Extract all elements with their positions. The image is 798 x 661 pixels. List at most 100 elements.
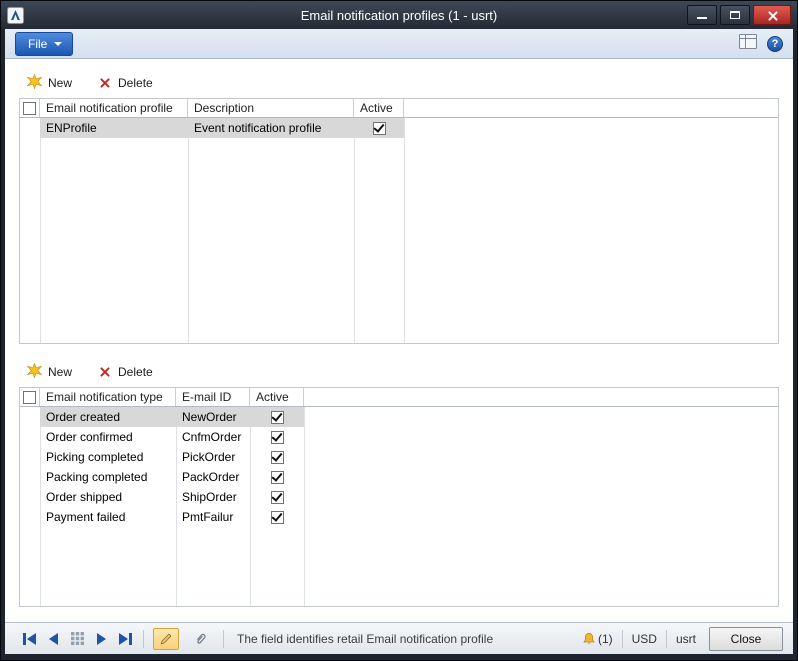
active-checkbox[interactable]	[271, 511, 284, 524]
new-profile-label: New	[48, 76, 72, 90]
column-header-filler	[304, 388, 778, 406]
title-bar[interactable]: Email notification profiles (1 - usrt)	[1, 1, 797, 29]
active-checkbox[interactable]	[271, 411, 284, 424]
currency-indicator[interactable]: USD	[632, 632, 657, 646]
type-active-cell[interactable]	[250, 427, 304, 447]
edit-record-button[interactable]	[153, 628, 179, 650]
email-id-cell[interactable]: PackOrder	[176, 467, 250, 487]
row-filler	[304, 427, 778, 447]
type-cell[interactable]: Order confirmed	[40, 427, 176, 447]
row-select-cell[interactable]	[20, 507, 40, 527]
type-row[interactable]: Payment failed PmtFailur	[20, 507, 778, 527]
types-grid-header: Email notification type E-mail ID Active	[20, 388, 778, 407]
file-menu-button[interactable]: File	[15, 32, 73, 56]
maximize-icon	[730, 11, 740, 19]
types-toolbar: New Delete	[19, 360, 779, 387]
column-header-active[interactable]: Active	[250, 388, 304, 406]
first-record-button[interactable]	[21, 631, 38, 647]
column-header-profile[interactable]: Email notification profile	[40, 99, 188, 117]
notifications-indicator[interactable]: (1)	[582, 632, 613, 646]
close-button[interactable]: Close	[709, 627, 783, 651]
pencil-icon	[159, 632, 173, 646]
type-row[interactable]: Order confirmed CnfmOrder	[20, 427, 778, 447]
type-active-cell[interactable]	[250, 467, 304, 487]
type-row[interactable]: Order created NewOrder	[20, 407, 778, 427]
type-active-cell[interactable]	[250, 487, 304, 507]
type-cell[interactable]: Payment failed	[40, 507, 176, 527]
type-row[interactable]: Order shipped ShipOrder	[20, 487, 778, 507]
profiles-toolbar: New Delete	[19, 71, 779, 98]
column-header-active[interactable]: Active	[354, 99, 404, 117]
column-header-type[interactable]: Email notification type	[40, 388, 176, 406]
select-all-checkbox[interactable]	[23, 102, 36, 115]
profile-description-cell[interactable]: Event notification profile	[188, 118, 354, 138]
row-filler	[304, 407, 778, 427]
maximize-button[interactable]	[720, 5, 750, 25]
divider	[666, 630, 667, 648]
window-title: Email notification profiles (1 - usrt)	[1, 8, 797, 23]
column-header-description[interactable]: Description	[188, 99, 354, 117]
email-id-cell[interactable]: PickOrder	[176, 447, 250, 467]
minimize-button[interactable]	[687, 5, 717, 25]
row-select-cell[interactable]	[20, 427, 40, 447]
email-id-cell[interactable]: ShipOrder	[176, 487, 250, 507]
delete-type-button[interactable]: Delete	[98, 365, 153, 379]
previous-record-button[interactable]	[47, 631, 60, 647]
new-type-button[interactable]: New	[27, 363, 72, 381]
profile-active-cell[interactable]	[354, 118, 404, 138]
next-record-button[interactable]	[95, 631, 108, 647]
delete-profile-button[interactable]: Delete	[98, 76, 153, 90]
profiles-grid: Email notification profile Description A…	[19, 98, 779, 344]
row-select-cell[interactable]	[20, 407, 40, 427]
column-divider	[40, 118, 41, 343]
type-cell[interactable]: Packing completed	[40, 467, 176, 487]
profile-row[interactable]: ENProfile Event notification profile	[20, 118, 778, 138]
last-record-button[interactable]	[117, 631, 134, 647]
column-header-email-id[interactable]: E-mail ID	[176, 388, 250, 406]
type-cell[interactable]: Picking completed	[40, 447, 176, 467]
row-filler	[304, 467, 778, 487]
active-checkbox[interactable]	[271, 491, 284, 504]
new-profile-button[interactable]: New	[27, 74, 72, 92]
email-id-cell[interactable]: NewOrder	[176, 407, 250, 427]
attachments-button[interactable]	[188, 628, 214, 650]
type-active-cell[interactable]	[250, 447, 304, 467]
email-id-cell[interactable]: PmtFailur	[176, 507, 250, 527]
file-menu-label: File	[28, 37, 47, 51]
app-icon	[7, 7, 24, 24]
type-cell[interactable]: Order created	[40, 407, 176, 427]
row-select-cell[interactable]	[20, 467, 40, 487]
row-select-cell[interactable]	[20, 447, 40, 467]
active-checkbox[interactable]	[271, 451, 284, 464]
status-bar: The field identifies retail Email notifi…	[5, 622, 793, 654]
divider	[223, 630, 224, 648]
help-icon[interactable]	[767, 36, 783, 52]
grid-view-icon[interactable]	[69, 630, 86, 647]
column-divider	[404, 118, 405, 343]
notification-count: (1)	[598, 632, 613, 646]
type-row[interactable]: Picking completed PickOrder	[20, 447, 778, 467]
type-active-cell[interactable]	[250, 507, 304, 527]
row-select-cell[interactable]	[20, 118, 40, 138]
status-message: The field identifies retail Email notifi…	[237, 632, 493, 646]
column-header-filler	[404, 99, 778, 117]
minimize-icon	[697, 17, 707, 19]
profile-name-cell[interactable]: ENProfile	[40, 118, 188, 138]
window-layout-icon[interactable]	[739, 34, 757, 54]
statusbar-right: (1) USD usrt Close	[582, 627, 783, 651]
type-cell[interactable]: Order shipped	[40, 487, 176, 507]
window-client-area: File New	[5, 29, 793, 654]
app-window: Email notification profiles (1 - usrt) F…	[0, 0, 798, 661]
type-row[interactable]: Packing completed PackOrder	[20, 467, 778, 487]
active-checkbox[interactable]	[373, 122, 386, 135]
row-select-cell[interactable]	[20, 487, 40, 507]
row-filler	[304, 507, 778, 527]
email-id-cell[interactable]: CnfmOrder	[176, 427, 250, 447]
select-all-checkbox[interactable]	[23, 391, 36, 404]
active-checkbox[interactable]	[271, 431, 284, 444]
close-window-button[interactable]	[753, 5, 791, 25]
row-filler	[404, 118, 778, 138]
type-active-cell[interactable]	[250, 407, 304, 427]
active-checkbox[interactable]	[271, 471, 284, 484]
user-indicator[interactable]: usrt	[676, 632, 696, 646]
